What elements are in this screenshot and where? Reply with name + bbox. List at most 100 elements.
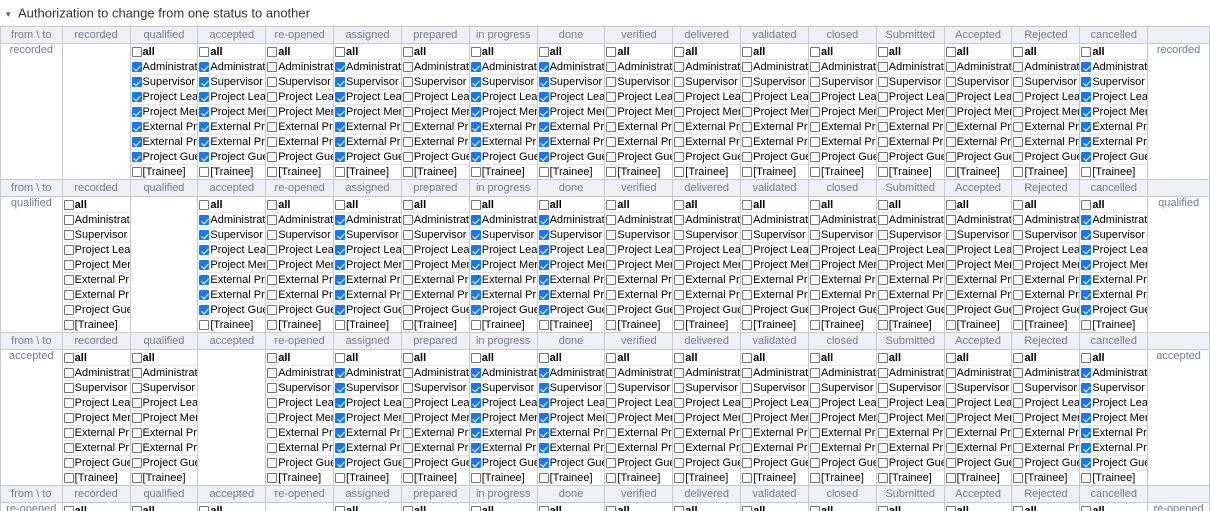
checkbox-checked-icon[interactable] bbox=[1081, 275, 1091, 285]
checkbox-checked-icon[interactable] bbox=[335, 398, 345, 408]
checkbox-row-role[interactable]: [Trainee] bbox=[946, 318, 1012, 332]
checkbox-unchecked-icon[interactable] bbox=[606, 368, 616, 378]
checkbox-row-role[interactable]: Project Lea bbox=[810, 396, 876, 411]
checkbox-row-role[interactable]: External Pr bbox=[267, 120, 333, 135]
checkbox-row-role[interactable]: Administrat bbox=[471, 366, 537, 381]
checkbox-row-role[interactable]: External Pr bbox=[674, 288, 740, 303]
checkbox-checked-icon[interactable] bbox=[335, 413, 345, 423]
checkbox-checked-icon[interactable] bbox=[1081, 245, 1091, 255]
checkbox-row-role[interactable]: [Trainee] bbox=[810, 165, 876, 179]
checkbox-row-role[interactable]: Project Mer bbox=[267, 105, 333, 120]
checkbox-row-role[interactable]: [Trainee] bbox=[742, 165, 808, 179]
checkbox-checked-icon[interactable] bbox=[539, 398, 549, 408]
checkbox-unchecked-icon[interactable] bbox=[674, 290, 684, 300]
checkbox-unchecked-icon[interactable] bbox=[539, 353, 549, 363]
checkbox-row-role[interactable]: Administrat bbox=[878, 213, 944, 228]
checkbox-row-role[interactable]: [Trainee] bbox=[1013, 318, 1079, 332]
checkbox-checked-icon[interactable] bbox=[539, 245, 549, 255]
checkbox-unchecked-icon[interactable] bbox=[674, 230, 684, 240]
checkbox-unchecked-icon[interactable] bbox=[1013, 275, 1023, 285]
checkbox-checked-icon[interactable] bbox=[471, 458, 481, 468]
checkbox-row-role[interactable]: Supervisor bbox=[539, 228, 605, 243]
checkbox-row-role[interactable]: Supervisor bbox=[606, 381, 672, 396]
checkbox-checked-icon[interactable] bbox=[335, 122, 345, 132]
checkbox-row-role[interactable]: Supervisor bbox=[1013, 381, 1079, 396]
checkbox-row-role[interactable]: Project Gue bbox=[878, 303, 944, 318]
checkbox-checked-icon[interactable] bbox=[471, 230, 481, 240]
checkbox-row-all[interactable]: all bbox=[946, 504, 1012, 511]
checkbox-row-role[interactable]: Project Lea bbox=[946, 396, 1012, 411]
checkbox-row-role[interactable]: Administrat bbox=[674, 366, 740, 381]
checkbox-row-role[interactable]: [Trainee] bbox=[267, 471, 333, 485]
checkbox-unchecked-icon[interactable] bbox=[674, 506, 684, 511]
matrix-cell[interactable]: allAdministratSupervisorProject LeaProje… bbox=[198, 503, 266, 511]
checkbox-row-role[interactable]: Project Mer bbox=[674, 105, 740, 120]
checkbox-checked-icon[interactable] bbox=[539, 152, 549, 162]
checkbox-unchecked-icon[interactable] bbox=[64, 506, 74, 511]
checkbox-unchecked-icon[interactable] bbox=[742, 47, 752, 57]
checkbox-checked-icon[interactable] bbox=[471, 245, 481, 255]
checkbox-checked-icon[interactable] bbox=[199, 275, 209, 285]
checkbox-unchecked-icon[interactable] bbox=[946, 428, 956, 438]
checkbox-row-all[interactable]: all bbox=[471, 351, 537, 366]
checkbox-row-role[interactable]: Administrat bbox=[335, 366, 401, 381]
checkbox-row-role[interactable]: Supervisor bbox=[267, 381, 333, 396]
checkbox-row-role[interactable]: Project Gue bbox=[335, 456, 401, 471]
checkbox-row-all[interactable]: all bbox=[267, 198, 333, 213]
checkbox-row-role[interactable]: Administrat bbox=[946, 60, 1012, 75]
checkbox-unchecked-icon[interactable] bbox=[674, 215, 684, 225]
checkbox-row-role[interactable]: Administrat bbox=[606, 60, 672, 75]
checkbox-unchecked-icon[interactable] bbox=[810, 413, 820, 423]
matrix-cell[interactable]: allAdministratSupervisorProject LeaProje… bbox=[1080, 503, 1148, 511]
checkbox-unchecked-icon[interactable] bbox=[810, 167, 820, 177]
checkbox-checked-icon[interactable] bbox=[132, 77, 142, 87]
checkbox-row-all[interactable]: all bbox=[1081, 45, 1147, 60]
checkbox-row-role[interactable]: Project Mer bbox=[199, 105, 265, 120]
checkbox-row-role[interactable]: Administrat bbox=[335, 60, 401, 75]
checkbox-row-role[interactable]: Project Lea bbox=[403, 396, 469, 411]
checkbox-row-role[interactable]: Supervisor bbox=[878, 381, 944, 396]
checkbox-unchecked-icon[interactable] bbox=[403, 92, 413, 102]
checkbox-unchecked-icon[interactable] bbox=[606, 413, 616, 423]
checkbox-unchecked-icon[interactable] bbox=[674, 320, 684, 330]
checkbox-unchecked-icon[interactable] bbox=[878, 275, 888, 285]
checkbox-row-role[interactable]: Supervisor bbox=[674, 381, 740, 396]
checkbox-unchecked-icon[interactable] bbox=[1081, 167, 1091, 177]
checkbox-checked-icon[interactable] bbox=[471, 305, 481, 315]
checkbox-row-role[interactable]: Project Gue bbox=[199, 150, 265, 165]
checkbox-row-role[interactable]: Project Lea bbox=[471, 90, 537, 105]
checkbox-row-role[interactable]: External Pr bbox=[539, 120, 605, 135]
checkbox-row-role[interactable]: External Pr bbox=[878, 135, 944, 150]
checkbox-row-role[interactable]: Supervisor bbox=[674, 228, 740, 243]
checkbox-row-all[interactable]: all bbox=[946, 198, 1012, 213]
checkbox-row-role[interactable]: [Trainee] bbox=[946, 165, 1012, 179]
checkbox-checked-icon[interactable] bbox=[539, 107, 549, 117]
checkbox-unchecked-icon[interactable] bbox=[1013, 383, 1023, 393]
checkbox-unchecked-icon[interactable] bbox=[64, 473, 74, 483]
checkbox-row-role[interactable]: Administrat bbox=[946, 366, 1012, 381]
checkbox-row-role[interactable]: External Pr bbox=[742, 273, 808, 288]
checkbox-unchecked-icon[interactable] bbox=[403, 320, 413, 330]
checkbox-row-role[interactable]: Project Gue bbox=[946, 456, 1012, 471]
checkbox-unchecked-icon[interactable] bbox=[539, 473, 549, 483]
checkbox-row-all[interactable]: all bbox=[674, 45, 740, 60]
checkbox-row-role[interactable]: External Pr bbox=[471, 288, 537, 303]
checkbox-row-role[interactable]: Project Mer bbox=[946, 411, 1012, 426]
checkbox-row-role[interactable]: [Trainee] bbox=[199, 318, 265, 332]
checkbox-row-all[interactable]: all bbox=[878, 504, 944, 511]
checkbox-row-role[interactable]: [Trainee] bbox=[539, 165, 605, 179]
checkbox-row-role[interactable]: [Trainee] bbox=[742, 471, 808, 485]
checkbox-unchecked-icon[interactable] bbox=[1013, 260, 1023, 270]
checkbox-unchecked-icon[interactable] bbox=[606, 320, 616, 330]
checkbox-row-role[interactable]: Project Gue bbox=[674, 456, 740, 471]
checkbox-checked-icon[interactable] bbox=[1081, 383, 1091, 393]
checkbox-row-all[interactable]: all bbox=[878, 45, 944, 60]
checkbox-row-role[interactable]: Project Gue bbox=[403, 303, 469, 318]
checkbox-row-role[interactable]: Supervisor bbox=[946, 75, 1012, 90]
checkbox-unchecked-icon[interactable] bbox=[1081, 47, 1091, 57]
checkbox-row-all[interactable]: all bbox=[606, 198, 672, 213]
checkbox-row-role[interactable]: Project Gue bbox=[742, 456, 808, 471]
checkbox-row-role[interactable]: Project Lea bbox=[1013, 243, 1079, 258]
checkbox-row-role[interactable]: Project Lea bbox=[606, 243, 672, 258]
checkbox-unchecked-icon[interactable] bbox=[606, 107, 616, 117]
